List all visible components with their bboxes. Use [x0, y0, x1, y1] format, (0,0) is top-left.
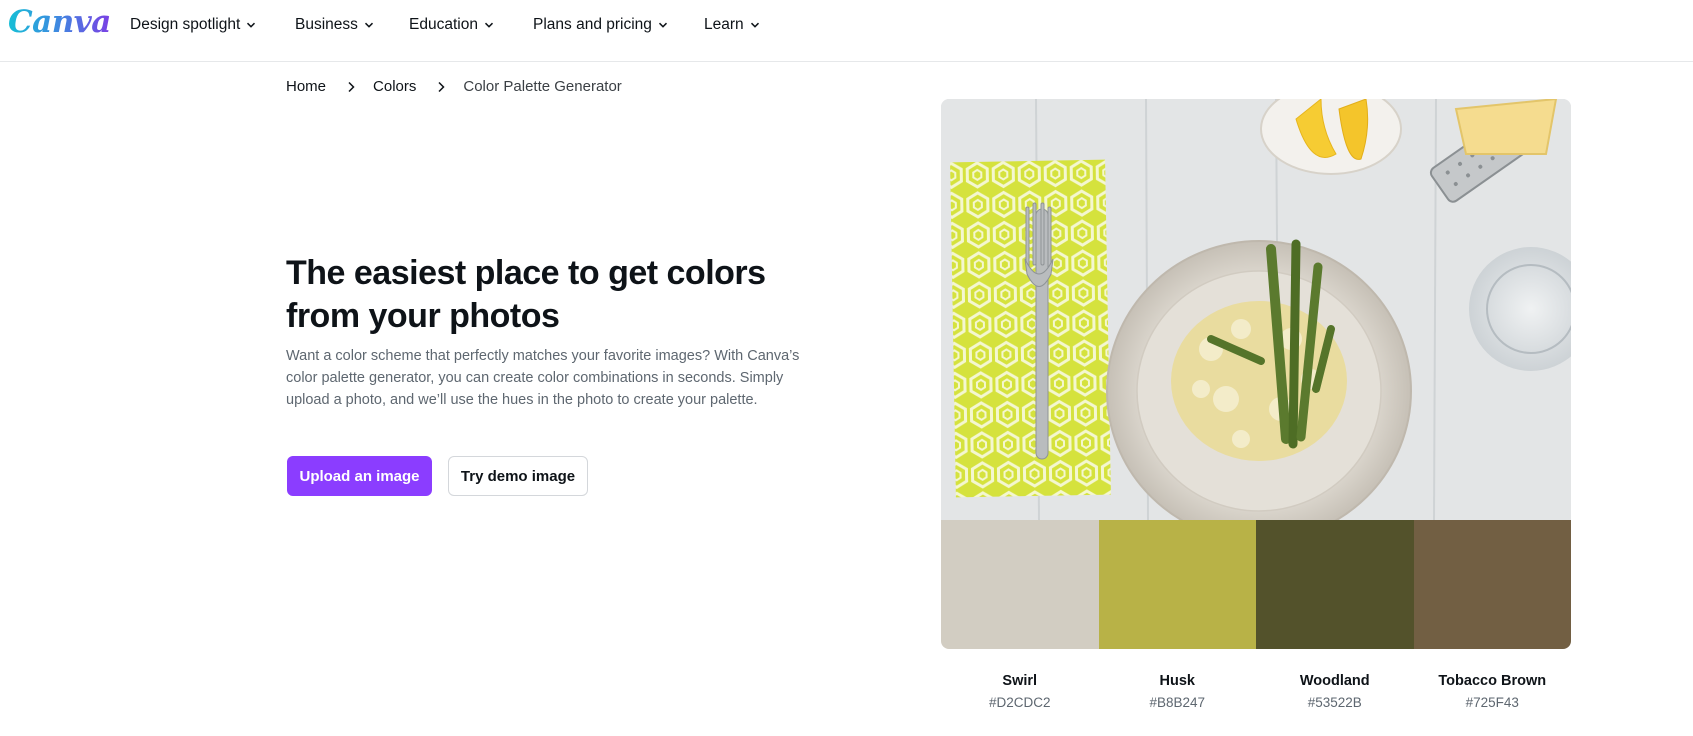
- demo-photo: [941, 99, 1571, 520]
- nav-label: Design spotlight: [130, 16, 241, 33]
- color-name: Husk: [1159, 673, 1195, 689]
- nav-label: Plans and pricing: [533, 16, 652, 33]
- risotto-photo-illustration: [941, 99, 1571, 520]
- swatch-woodland[interactable]: [1256, 520, 1414, 649]
- palette-labels: Swirl #D2CDC2 Husk #B8B247 Woodland #535…: [941, 673, 1571, 710]
- top-navigation: Canva Design spotlight Business Educatio…: [0, 0, 1693, 62]
- color-hex[interactable]: #725F43: [1414, 695, 1572, 710]
- palette-label: Husk #B8B247: [1099, 673, 1257, 710]
- upload-image-button[interactable]: Upload an image: [287, 456, 432, 496]
- nav-design-spotlight[interactable]: Design spotlight: [130, 16, 256, 34]
- swatch-swirl[interactable]: [941, 520, 1099, 649]
- swatch-husk[interactable]: [1098, 520, 1256, 649]
- nav-learn[interactable]: Learn: [704, 16, 760, 34]
- nav-label: Learn: [704, 16, 744, 33]
- nav-label: Business: [295, 16, 358, 33]
- color-name: Tobacco Brown: [1438, 673, 1547, 689]
- chevron-down-icon: [484, 22, 493, 28]
- try-demo-image-button[interactable]: Try demo image: [448, 456, 588, 496]
- color-hex[interactable]: #B8B247: [1099, 695, 1257, 710]
- chevron-down-icon: [750, 22, 759, 28]
- chevron-right-icon: [437, 81, 446, 93]
- breadcrumb: Home Colors Color Palette Generator: [286, 78, 622, 95]
- page-title: The easiest place to get colors from you…: [286, 254, 766, 335]
- nav-education[interactable]: Education: [409, 16, 494, 34]
- swatch-tobacco-brown[interactable]: [1413, 520, 1571, 649]
- nav-plans-and-pricing[interactable]: Plans and pricing: [533, 16, 668, 34]
- breadcrumb-current-page: Color Palette Generator: [463, 78, 622, 95]
- palette-preview: [941, 99, 1571, 649]
- palette-label: Woodland #53522B: [1256, 673, 1414, 710]
- hero-description: Want a color scheme that perfectly match…: [286, 348, 800, 408]
- palette-label: Swirl #D2CDC2: [941, 673, 1099, 710]
- canva-logo[interactable]: Canva: [8, 4, 111, 40]
- color-hex[interactable]: #D2CDC2: [941, 695, 1099, 710]
- chevron-right-icon: [347, 81, 356, 93]
- nav-business[interactable]: Business: [295, 16, 374, 34]
- palette-swatches: [941, 520, 1571, 649]
- color-name: Swirl: [1002, 673, 1038, 689]
- chevron-down-icon: [658, 22, 667, 28]
- chevron-down-icon: [247, 22, 256, 28]
- palette-label: Tobacco Brown #725F43: [1414, 673, 1572, 710]
- nav-label: Education: [409, 16, 478, 33]
- chevron-down-icon: [364, 22, 373, 28]
- breadcrumb-colors[interactable]: Colors: [373, 78, 416, 95]
- breadcrumb-home[interactable]: Home: [286, 78, 326, 95]
- color-name: Woodland: [1299, 673, 1370, 689]
- color-hex[interactable]: #53522B: [1256, 695, 1414, 710]
